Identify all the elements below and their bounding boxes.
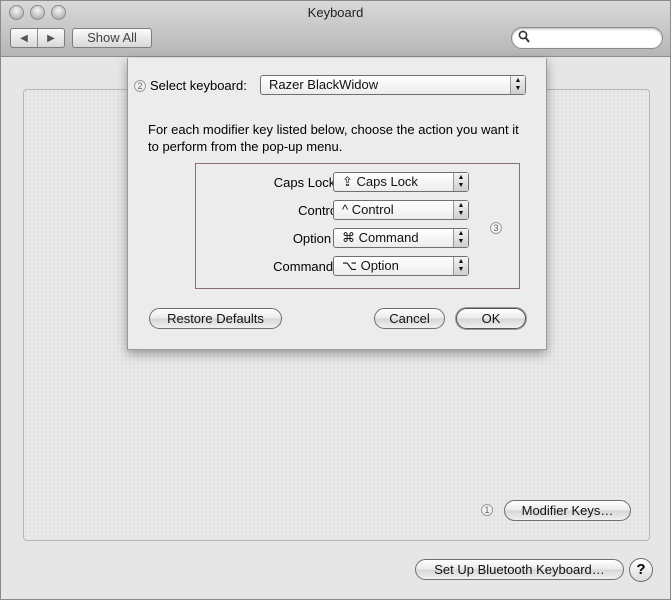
window-title: Keyboard xyxy=(307,5,364,20)
popup-arrows-icon: ▲ ▼ xyxy=(453,173,468,191)
control-action-popup[interactable]: ^ Control ▲ ▼ xyxy=(333,200,469,220)
control-action-value: ^ Control xyxy=(342,202,394,217)
navigation-buttons: ◀ ▶ xyxy=(10,28,65,48)
modifier-mapping-box: Caps Lock (⇪) Key: ⇪ Caps Lock ▲ ▼ Contro… xyxy=(195,163,520,289)
command-action-value: ⌥ Option xyxy=(342,258,399,273)
modifier-keys-sheet: 2 Select keyboard: Razer BlackWidow ▲ ▼ F… xyxy=(127,58,547,350)
instructions-text: For each modifier key listed below, choo… xyxy=(148,122,519,154)
ok-button[interactable]: OK xyxy=(456,308,526,329)
option-action-value: ⌘ Command xyxy=(342,230,419,245)
caps-lock-action-value: ⇪ Caps Lock xyxy=(342,174,418,189)
select-keyboard-label: Select keyboard: xyxy=(150,78,247,93)
help-button[interactable]: ? xyxy=(629,558,653,582)
callout-badge-3: 3 xyxy=(490,222,502,234)
command-action-popup[interactable]: ⌥ Option ▲ ▼ xyxy=(333,256,469,276)
caps-lock-action-popup[interactable]: ⇪ Caps Lock ▲ ▼ xyxy=(333,172,469,192)
popup-arrows-icon: ▲ ▼ xyxy=(510,76,525,94)
keyboard-window: Keyboard ◀ ▶ Show All 1 Modifier Keys… S… xyxy=(0,0,671,600)
show-all-button[interactable]: Show All xyxy=(72,28,152,48)
popup-arrows-icon: ▲ ▼ xyxy=(453,229,468,247)
title-bar: Keyboard ◀ ▶ Show All xyxy=(1,1,670,57)
back-arrow-icon[interactable]: ◀ xyxy=(11,29,37,47)
popup-arrows-icon: ▲ ▼ xyxy=(453,201,468,219)
popup-arrows-icon: ▲ ▼ xyxy=(453,257,468,275)
cancel-button[interactable]: Cancel xyxy=(374,308,445,329)
keyboard-popup-value: Razer BlackWidow xyxy=(269,77,379,92)
modifier-keys-button[interactable]: Modifier Keys… xyxy=(504,500,631,521)
restore-defaults-button[interactable]: Restore Defaults xyxy=(149,308,282,329)
option-action-popup[interactable]: ⌘ Command ▲ ▼ xyxy=(333,228,469,248)
forward-arrow-icon[interactable]: ▶ xyxy=(37,29,64,47)
bluetooth-keyboard-button[interactable]: Set Up Bluetooth Keyboard… xyxy=(415,559,624,580)
callout-badge-2: 2 xyxy=(134,80,146,92)
callout-badge-1: 1 xyxy=(481,504,493,516)
keyboard-popup[interactable]: Razer BlackWidow ▲ ▼ xyxy=(260,75,526,95)
search-field[interactable] xyxy=(511,27,663,49)
search-icon xyxy=(518,30,530,43)
